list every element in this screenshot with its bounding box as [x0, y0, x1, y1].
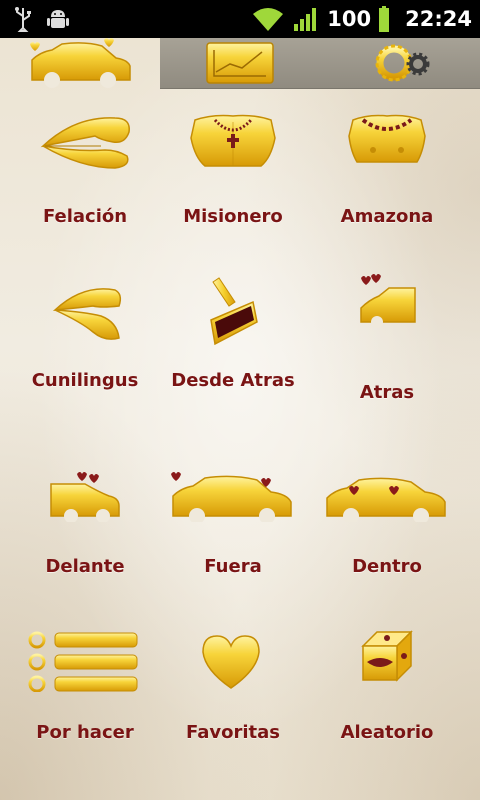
menu-item-dentro[interactable]: Dentro [307, 444, 467, 594]
menu-item-amazona[interactable]: Amazona [307, 88, 467, 238]
menu-item-felacion[interactable]: Felación [5, 88, 165, 238]
chart-icon [206, 42, 274, 84]
gear-icon [375, 44, 430, 82]
wifi-icon [253, 8, 284, 31]
car-side-hearts-icon [171, 472, 292, 522]
menu-item-label: Aleatorio [340, 722, 434, 743]
battery-level: 100 [327, 7, 372, 31]
menu-item-label: Delante [45, 556, 125, 577]
menu-item-label: Fuera [204, 556, 262, 577]
menu-item-label: Felación [42, 206, 128, 227]
menu-item-label: Dentro [352, 556, 422, 577]
car-inside-hearts-icon [326, 477, 446, 522]
car-icon [30, 38, 131, 88]
list-icon [28, 631, 138, 692]
home-button[interactable] [0, 38, 160, 88]
menu-item-label: Por hacer [36, 722, 134, 743]
menu-item-por-hacer[interactable]: Por hacer [5, 616, 165, 766]
menu-item-fuera[interactable]: Fuera [153, 444, 313, 594]
lips-icon [40, 117, 130, 169]
car-back-hearts-icon [360, 274, 416, 328]
lipstick-icon [210, 277, 258, 346]
menu-item-label: Favoritas [186, 722, 280, 743]
usb-icon [15, 7, 31, 32]
menu-item-atras[interactable]: Atras [307, 258, 467, 408]
status-bar: 100 22:24 [0, 0, 480, 38]
settings-button[interactable] [372, 44, 438, 82]
menu-item-label: Misionero [183, 206, 283, 227]
mouth-tongue-icon [52, 288, 122, 340]
menu-item-label: Cunilingus [31, 370, 139, 391]
dice-icon [361, 630, 413, 682]
top-toolbar [0, 38, 480, 89]
toolbar-actions [160, 38, 480, 89]
menu-item-cunilingus[interactable]: Cunilingus [5, 258, 165, 408]
menu-grid: Felación Misionero Amazona Cunilingus De… [0, 88, 480, 800]
clock: 22:24 [405, 7, 472, 31]
battery-icon [379, 6, 390, 32]
menu-item-label: Desde Atras [171, 370, 295, 391]
torso-necklace-icon [348, 114, 426, 163]
car-front-hearts-icon [50, 472, 120, 522]
menu-item-favoritas[interactable]: Favoritas [153, 616, 313, 766]
torso-rosary-icon [190, 114, 276, 167]
heart-icon [202, 635, 260, 689]
android-debug-icon [47, 10, 69, 28]
menu-item-desde-atras[interactable]: Desde Atras [153, 258, 313, 408]
menu-item-aleatorio[interactable]: Aleatorio [307, 616, 467, 766]
stats-button[interactable] [206, 42, 274, 84]
menu-item-label: Amazona [340, 206, 434, 227]
menu-item-label: Atras [359, 382, 415, 403]
menu-item-delante[interactable]: Delante [5, 444, 165, 594]
signal-icon [294, 8, 317, 31]
menu-item-misionero[interactable]: Misionero [153, 88, 313, 238]
